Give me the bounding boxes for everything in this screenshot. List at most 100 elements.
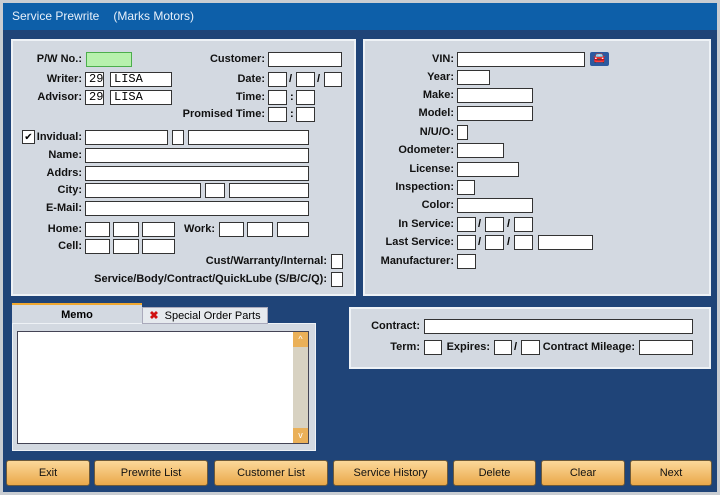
time-hour-input[interactable] (268, 90, 287, 105)
date-year-input[interactable] (324, 72, 342, 87)
delete-button[interactable]: Delete (453, 460, 536, 486)
writer-id-input[interactable]: 29 (85, 72, 104, 87)
middle-initial-input[interactable] (172, 130, 184, 145)
term-input[interactable] (424, 340, 442, 355)
home-phone-line[interactable] (142, 222, 175, 237)
license-input[interactable] (457, 162, 519, 177)
promised-time-label: Promised Time: (182, 108, 265, 120)
term-label: Term: (390, 341, 420, 353)
last-service-year[interactable] (514, 235, 533, 250)
date-slash: / (514, 341, 518, 353)
memo-textarea[interactable] (17, 331, 309, 444)
cell-phone-area[interactable] (85, 239, 110, 254)
writer-name-input[interactable]: LISA (110, 72, 172, 87)
title-bar: Service Prewrite (Marks Motors) (3, 3, 717, 30)
odometer-input[interactable] (457, 143, 504, 158)
zip-input[interactable] (229, 183, 309, 198)
vin-input[interactable] (457, 52, 585, 67)
close-x-icon: ✖ (149, 310, 159, 322)
in-service-day[interactable] (485, 217, 504, 232)
color-input[interactable] (457, 198, 533, 213)
model-label: Model: (418, 107, 454, 119)
time-colon: : (290, 108, 294, 120)
in-service-year[interactable] (514, 217, 533, 232)
work-phone-line[interactable] (277, 222, 309, 237)
email-input[interactable] (85, 201, 309, 216)
address-input[interactable] (85, 166, 309, 181)
model-input[interactable] (457, 106, 533, 121)
promised-hour-input[interactable] (268, 107, 287, 122)
contract-input[interactable] (424, 319, 693, 334)
cust-warranty-input[interactable] (331, 254, 343, 269)
last-service-mileage[interactable] (538, 235, 593, 250)
tab-special-order-parts[interactable]: ✖ Special Order Parts (142, 307, 268, 324)
date-slash: / (507, 236, 511, 248)
clear-button[interactable]: Clear (541, 460, 625, 486)
promised-minute-input[interactable] (296, 107, 315, 122)
memo-scrollbar[interactable] (293, 332, 308, 443)
year-label: Year: (427, 71, 454, 83)
work-phone-prefix[interactable] (247, 222, 273, 237)
service-type-label: Service/Body/Contract/QuickLube (S/B/C/Q… (94, 273, 327, 285)
in-service-month[interactable] (457, 217, 476, 232)
odometer-label: Odometer: (398, 144, 454, 156)
customer-input[interactable] (268, 52, 342, 67)
advisor-name-input[interactable]: LISA (110, 90, 172, 105)
last-service-label: Last Service: (385, 236, 454, 248)
contract-mileage-input[interactable] (639, 340, 693, 355)
make-label: Make: (422, 89, 454, 101)
time-colon: : (290, 91, 294, 103)
date-month-input[interactable] (268, 72, 287, 87)
customer-list-button[interactable]: Customer List (214, 460, 328, 486)
prewrite-list-button[interactable]: Prewrite List (94, 460, 208, 486)
pw-no-input[interactable] (86, 52, 132, 67)
date-slash: / (478, 218, 482, 230)
nuo-input[interactable] (457, 125, 468, 140)
expires-year-input[interactable] (521, 340, 540, 355)
individual-label: Invidual: (36, 131, 82, 143)
pw-no-label: P/W No.: (36, 53, 82, 65)
cell-phone-line[interactable] (142, 239, 175, 254)
vin-lookup-car-icon[interactable]: 🚘 (590, 52, 609, 66)
in-service-label: In Service: (398, 218, 454, 230)
cell-phone-prefix[interactable] (113, 239, 139, 254)
last-service-month[interactable] (457, 235, 476, 250)
addrs-label: Addrs: (46, 167, 82, 179)
advisor-id-input[interactable]: 29 (85, 90, 104, 105)
time-label: Time: (235, 91, 265, 103)
date-day-input[interactable] (296, 72, 315, 87)
service-type-input[interactable] (331, 272, 343, 287)
inspection-input[interactable] (457, 180, 475, 195)
date-slash: / (507, 218, 511, 230)
name-input[interactable] (85, 148, 309, 163)
tab-memo[interactable]: Memo (12, 303, 142, 323)
year-input[interactable] (457, 70, 490, 85)
manufacturer-label: Manufacturer: (380, 255, 454, 267)
contract-label: Contract: (371, 320, 420, 332)
individual-checkbox[interactable]: ✔ (22, 130, 35, 144)
time-minute-input[interactable] (296, 90, 315, 105)
contract-mileage-label: Contract Mileage: (542, 341, 635, 353)
exit-button[interactable]: Exit (6, 460, 90, 486)
city-input[interactable] (85, 183, 201, 198)
manufacturer-input[interactable] (457, 254, 476, 269)
service-history-button[interactable]: Service History (333, 460, 448, 486)
first-name-input[interactable] (85, 130, 168, 145)
expires-month-input[interactable] (494, 340, 512, 355)
work-phone-area[interactable] (219, 222, 244, 237)
work-label: Work: (184, 223, 215, 235)
date-slash: / (289, 73, 293, 85)
next-button[interactable]: Next (630, 460, 712, 486)
state-input[interactable] (205, 183, 225, 198)
scroll-up-icon[interactable]: ^ (293, 332, 308, 347)
home-phone-prefix[interactable] (113, 222, 139, 237)
tab-label: Special Order Parts (164, 310, 261, 322)
last-service-day[interactable] (485, 235, 504, 250)
date-slash: / (478, 236, 482, 248)
last-name-input[interactable] (188, 130, 309, 145)
inspection-label: Inspection: (395, 181, 454, 193)
home-phone-area[interactable] (85, 222, 110, 237)
make-input[interactable] (457, 88, 533, 103)
dealer-name: (Marks Motors) (113, 9, 195, 23)
scroll-down-icon[interactable]: v (293, 428, 308, 443)
